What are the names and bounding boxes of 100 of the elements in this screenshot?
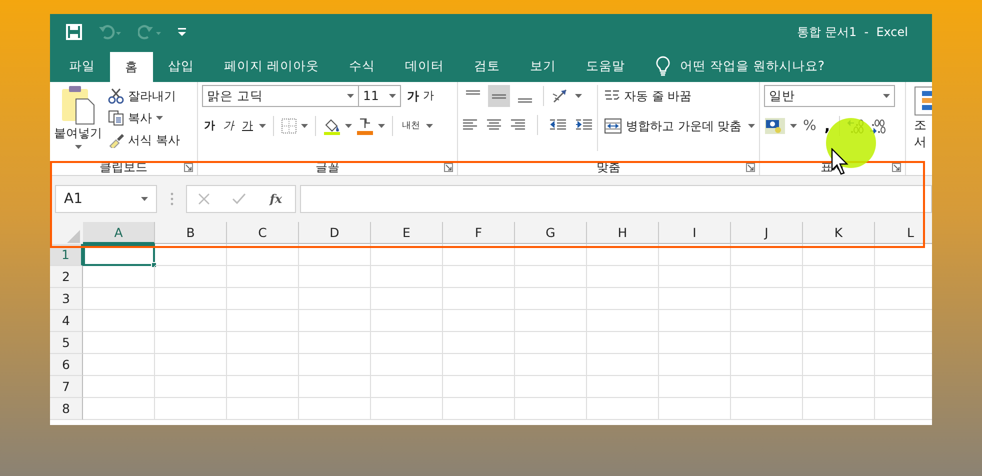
grid-cell[interactable] xyxy=(515,244,587,266)
grid-cell[interactable] xyxy=(731,376,803,398)
grid-cell[interactable] xyxy=(83,310,155,332)
column-header[interactable]: A xyxy=(83,222,155,244)
grid-cell[interactable] xyxy=(299,310,371,332)
wrap-text-button[interactable]: 자동 줄 바꿈 xyxy=(602,85,757,107)
grid-cell[interactable] xyxy=(515,266,587,288)
font-name-dropdown[interactable]: 맑은 고딕 xyxy=(202,85,359,107)
grid-cell[interactable] xyxy=(659,354,731,376)
grid-cell[interactable] xyxy=(155,244,227,266)
grid-cell[interactable] xyxy=(155,376,227,398)
tell-me-field[interactable]: 어떤 작업을 원하시나요? xyxy=(678,56,838,76)
grow-font-button[interactable]: 가 xyxy=(405,85,421,107)
grid-cell[interactable] xyxy=(299,244,371,266)
grid-cell[interactable] xyxy=(803,398,875,420)
grid-cell[interactable] xyxy=(515,310,587,332)
grid-cell[interactable] xyxy=(803,332,875,354)
grid-cell[interactable] xyxy=(659,398,731,420)
grid-cell[interactable] xyxy=(587,266,659,288)
grid-cell[interactable] xyxy=(227,266,299,288)
fill-color-icon[interactable] xyxy=(323,117,341,135)
column-header[interactable]: B xyxy=(155,222,227,244)
copy-button[interactable]: 복사 xyxy=(106,107,182,129)
grid-cell[interactable] xyxy=(443,332,515,354)
grid-cell[interactable] xyxy=(659,332,731,354)
grid-cell[interactable] xyxy=(515,288,587,310)
grid-cell[interactable] xyxy=(299,266,371,288)
grid-cell[interactable] xyxy=(515,332,587,354)
insert-function-button[interactable]: fx xyxy=(268,188,284,210)
grid-cell[interactable] xyxy=(803,310,875,332)
grid-cell[interactable] xyxy=(443,376,515,398)
row-header[interactable]: 1 xyxy=(50,244,83,266)
column-header[interactable]: C xyxy=(227,222,299,244)
grid-cell[interactable] xyxy=(731,398,803,420)
ribbon-tab[interactable]: 파일 xyxy=(54,50,110,82)
row-header[interactable]: 4 xyxy=(50,310,83,332)
caret-icon[interactable] xyxy=(426,124,433,128)
align-middle-icon[interactable] xyxy=(488,85,510,107)
grid-cell[interactable] xyxy=(371,332,443,354)
caret-icon[interactable] xyxy=(748,124,755,128)
grid-cell[interactable] xyxy=(83,332,155,354)
grid-cell[interactable] xyxy=(443,288,515,310)
dialog-launcher-icon[interactable] xyxy=(444,163,453,172)
caret-icon[interactable] xyxy=(378,124,385,128)
grid-cell[interactable] xyxy=(155,288,227,310)
ribbon-tab[interactable]: 데이터 xyxy=(390,50,459,82)
grid-cell[interactable] xyxy=(587,332,659,354)
caret-icon[interactable] xyxy=(74,145,82,149)
grid-cell[interactable] xyxy=(227,332,299,354)
grid-cell[interactable] xyxy=(443,354,515,376)
grid-cell[interactable] xyxy=(443,244,515,266)
formula-field[interactable] xyxy=(300,185,932,213)
grid-cell[interactable] xyxy=(803,376,875,398)
grid-cell[interactable] xyxy=(515,376,587,398)
conditional-format-label[interactable]: 조 서 xyxy=(914,116,927,150)
number-format-dropdown[interactable]: 일반 xyxy=(764,85,895,107)
cancel-icon[interactable] xyxy=(198,193,210,205)
caret-icon[interactable] xyxy=(389,94,396,98)
italic-button[interactable]: 가 xyxy=(221,115,236,137)
cut-button[interactable]: 잘라내기 xyxy=(106,85,178,107)
active-cell[interactable] xyxy=(83,244,155,266)
row-header[interactable]: 8 xyxy=(50,398,83,420)
grid-cell[interactable] xyxy=(587,310,659,332)
customize-icon[interactable] xyxy=(178,27,186,37)
caret-icon[interactable] xyxy=(347,94,354,98)
grid-cell[interactable] xyxy=(587,376,659,398)
grid-cell[interactable] xyxy=(803,288,875,310)
column-header[interactable]: J xyxy=(731,222,803,244)
currency-icon[interactable] xyxy=(764,116,786,136)
grid-cell[interactable] xyxy=(155,398,227,420)
grid-cell[interactable] xyxy=(371,376,443,398)
caret-icon[interactable] xyxy=(156,116,163,120)
row-header[interactable]: 6 xyxy=(50,354,83,376)
grid-cell[interactable] xyxy=(803,244,875,266)
column-header[interactable]: L xyxy=(875,222,932,244)
column-header[interactable]: H xyxy=(587,222,659,244)
column-header[interactable]: K xyxy=(803,222,875,244)
caret-icon[interactable] xyxy=(575,94,582,98)
column-header[interactable]: F xyxy=(443,222,515,244)
caret-icon[interactable] xyxy=(790,124,797,128)
bold-button[interactable]: 가 xyxy=(202,115,217,137)
grid-cell[interactable] xyxy=(731,266,803,288)
grid-cell[interactable] xyxy=(227,376,299,398)
row-header[interactable]: 2 xyxy=(50,266,83,288)
grid-cell[interactable] xyxy=(155,310,227,332)
caret-icon[interactable] xyxy=(301,124,308,128)
grid-cell[interactable] xyxy=(83,376,155,398)
grid-cell[interactable] xyxy=(155,266,227,288)
grid-cell[interactable] xyxy=(803,354,875,376)
grid-cell[interactable] xyxy=(659,244,731,266)
caret-icon[interactable] xyxy=(259,124,266,128)
ribbon-tab[interactable]: 페이지 레이아웃 xyxy=(209,50,334,82)
grid-cell[interactable] xyxy=(803,266,875,288)
grid-cell[interactable] xyxy=(587,244,659,266)
column-header[interactable]: I xyxy=(659,222,731,244)
grid-cell[interactable] xyxy=(155,332,227,354)
grid-cell[interactable] xyxy=(227,354,299,376)
grid-cell[interactable] xyxy=(371,398,443,420)
name-box[interactable]: A1 xyxy=(55,185,157,213)
grid-cell[interactable] xyxy=(227,398,299,420)
